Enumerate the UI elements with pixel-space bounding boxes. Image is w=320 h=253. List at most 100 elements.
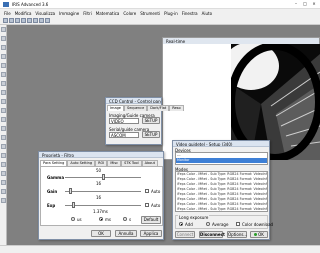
- tool-icon[interactable]: [1, 72, 6, 77]
- tool-icon[interactable]: [1, 36, 6, 41]
- connect-button[interactable]: Connect: [175, 231, 195, 238]
- tab-reso[interactable]: Reso: [169, 105, 184, 111]
- unit-ms-radio[interactable]: [99, 217, 103, 221]
- threshold-icon[interactable]: [27, 18, 32, 23]
- devices-list[interactable]: --- Monitor: [175, 152, 268, 165]
- left-tool-strip: [0, 25, 7, 245]
- guide-ok-label: OK: [258, 232, 264, 237]
- console-icon[interactable]: [45, 18, 50, 23]
- camera-icon[interactable]: [21, 18, 26, 23]
- tool-icon[interactable]: [1, 54, 6, 59]
- device-select[interactable]: VIDEO: [109, 118, 139, 124]
- unit-s-radio[interactable]: [123, 217, 127, 221]
- settings-panel: 50 Gamma 16 Gain Auto 16 Exp Auto 1.37ms…: [40, 166, 163, 226]
- average-radio[interactable]: [206, 222, 210, 226]
- menu-matematica[interactable]: Matematica: [96, 11, 120, 16]
- tool-icon[interactable]: [1, 108, 6, 113]
- color-download-checkbox[interactable]: [236, 222, 240, 226]
- menu-strumenti[interactable]: Strumenti: [140, 11, 160, 16]
- exp-track: [65, 205, 141, 206]
- apply-button[interactable]: Applica: [140, 230, 162, 237]
- tool-icon[interactable]: [1, 153, 6, 158]
- tool-icon[interactable]: [1, 144, 6, 149]
- tool-icon[interactable]: [1, 135, 6, 140]
- guide-ok-button[interactable]: OK: [250, 231, 268, 238]
- maximize-button[interactable]: □: [301, 1, 309, 7]
- zoom-icon[interactable]: [33, 18, 38, 23]
- menu-filtri[interactable]: Filtri: [83, 11, 92, 16]
- exp-slider[interactable]: [72, 202, 75, 208]
- tool-icon[interactable]: [1, 81, 6, 86]
- new-icon[interactable]: [3, 18, 8, 23]
- gain-track: [65, 191, 141, 192]
- gain-auto-label: Auto: [151, 189, 161, 194]
- menu-modifica[interactable]: Modifica: [15, 11, 32, 16]
- tool-icon[interactable]: [1, 162, 6, 167]
- unit-ms-label: ms: [105, 217, 111, 222]
- tool-icon[interactable]: [1, 126, 6, 131]
- tool-icon[interactable]: [1, 63, 6, 68]
- minimize-button[interactable]: –: [292, 1, 300, 7]
- tool-icon[interactable]: [1, 171, 6, 176]
- exp-label: Exp: [47, 203, 56, 208]
- title-bar: IRIS Advanced 3.6 – □ ×: [0, 0, 320, 9]
- menu-file[interactable]: File: [4, 11, 11, 16]
- tab-dark-flat[interactable]: Dark/Flat: [147, 105, 170, 111]
- long-exposure-label: Long exposure: [178, 215, 210, 220]
- device-item-selected[interactable]: Monitor: [176, 158, 267, 163]
- gamma-value: 50: [96, 168, 102, 173]
- add-label: Add: [185, 222, 193, 227]
- tab-sequence[interactable]: Sequence: [123, 105, 148, 111]
- menu-bar: File Modifica Visualizza Immagine Filtri…: [0, 9, 320, 17]
- toolbar: [0, 17, 320, 25]
- exp-auto-label: Auto: [151, 203, 161, 208]
- tool-icon[interactable]: [1, 99, 6, 104]
- serial-select[interactable]: ASCOM: [109, 132, 139, 138]
- modes-list[interactable]: iFeps Color - Mftet - Sub Type: RGB24 Fo…: [175, 171, 268, 212]
- ccd-control-dialog: CCD Control - Control panel Image Sequen…: [105, 97, 184, 145]
- gamma-label: Gamma: [47, 175, 65, 180]
- gamma-slider[interactable]: [102, 174, 105, 180]
- menu-finestra[interactable]: Finestra: [182, 11, 198, 16]
- long-exposure-group: Long exposure Add Average Color download: [175, 215, 273, 229]
- mode-item[interactable]: iFeps Color - Mftet - Sub Type: RGB24 Fo…: [176, 207, 267, 211]
- close-button[interactable]: ×: [310, 1, 318, 7]
- tool-icon[interactable]: [1, 189, 6, 194]
- video-setup-title: Video guidetel - Setup (340): [173, 141, 269, 147]
- unit-us-radio[interactable]: [71, 217, 75, 221]
- exp-auto-checkbox[interactable]: [145, 203, 149, 207]
- setup-button[interactable]: SETUP: [142, 117, 160, 124]
- app-icon: [3, 2, 9, 7]
- gain-slider[interactable]: [69, 188, 72, 194]
- save-icon[interactable]: [15, 18, 20, 23]
- ok-check-icon: [254, 233, 258, 236]
- histogram-icon[interactable]: [39, 18, 44, 23]
- setup-serial-button[interactable]: SETUP: [142, 131, 160, 138]
- disconnect-button[interactable]: Disconnect: [199, 231, 225, 238]
- options-button[interactable]: Options...: [227, 231, 247, 238]
- menu-colore[interactable]: Colore: [123, 11, 136, 16]
- gain-auto-checkbox[interactable]: [145, 189, 149, 193]
- menu-plugin[interactable]: Plug-in: [164, 11, 178, 16]
- tool-icon[interactable]: [1, 90, 6, 95]
- menu-visualizza[interactable]: Visualizza: [35, 11, 55, 16]
- properties-dialog-title: Proprietà - Filtro: [39, 152, 163, 158]
- menu-immagine[interactable]: Immagine: [59, 11, 79, 16]
- unit-s-label: s: [129, 217, 132, 222]
- cancel-button[interactable]: Annulla: [115, 230, 137, 237]
- tool-icon[interactable]: [1, 180, 6, 185]
- tool-icon[interactable]: [1, 45, 6, 50]
- ok-button[interactable]: OK: [91, 230, 111, 237]
- tool-icon[interactable]: [1, 27, 6, 32]
- default-button[interactable]: Default: [141, 216, 161, 224]
- status-bar: [0, 245, 320, 253]
- tool-icon[interactable]: [1, 198, 6, 203]
- gamma-sub-value: 16: [96, 181, 102, 186]
- tool-icon[interactable]: [1, 117, 6, 122]
- open-icon[interactable]: [9, 18, 14, 23]
- menu-aiuto[interactable]: Aiuto: [202, 11, 212, 16]
- unit-us-label: us: [77, 217, 82, 222]
- video-setup-dialog: Video guidetel - Setup (340) Devices ---…: [172, 140, 273, 240]
- tab-image[interactable]: Image: [107, 105, 124, 111]
- add-radio[interactable]: [179, 222, 183, 226]
